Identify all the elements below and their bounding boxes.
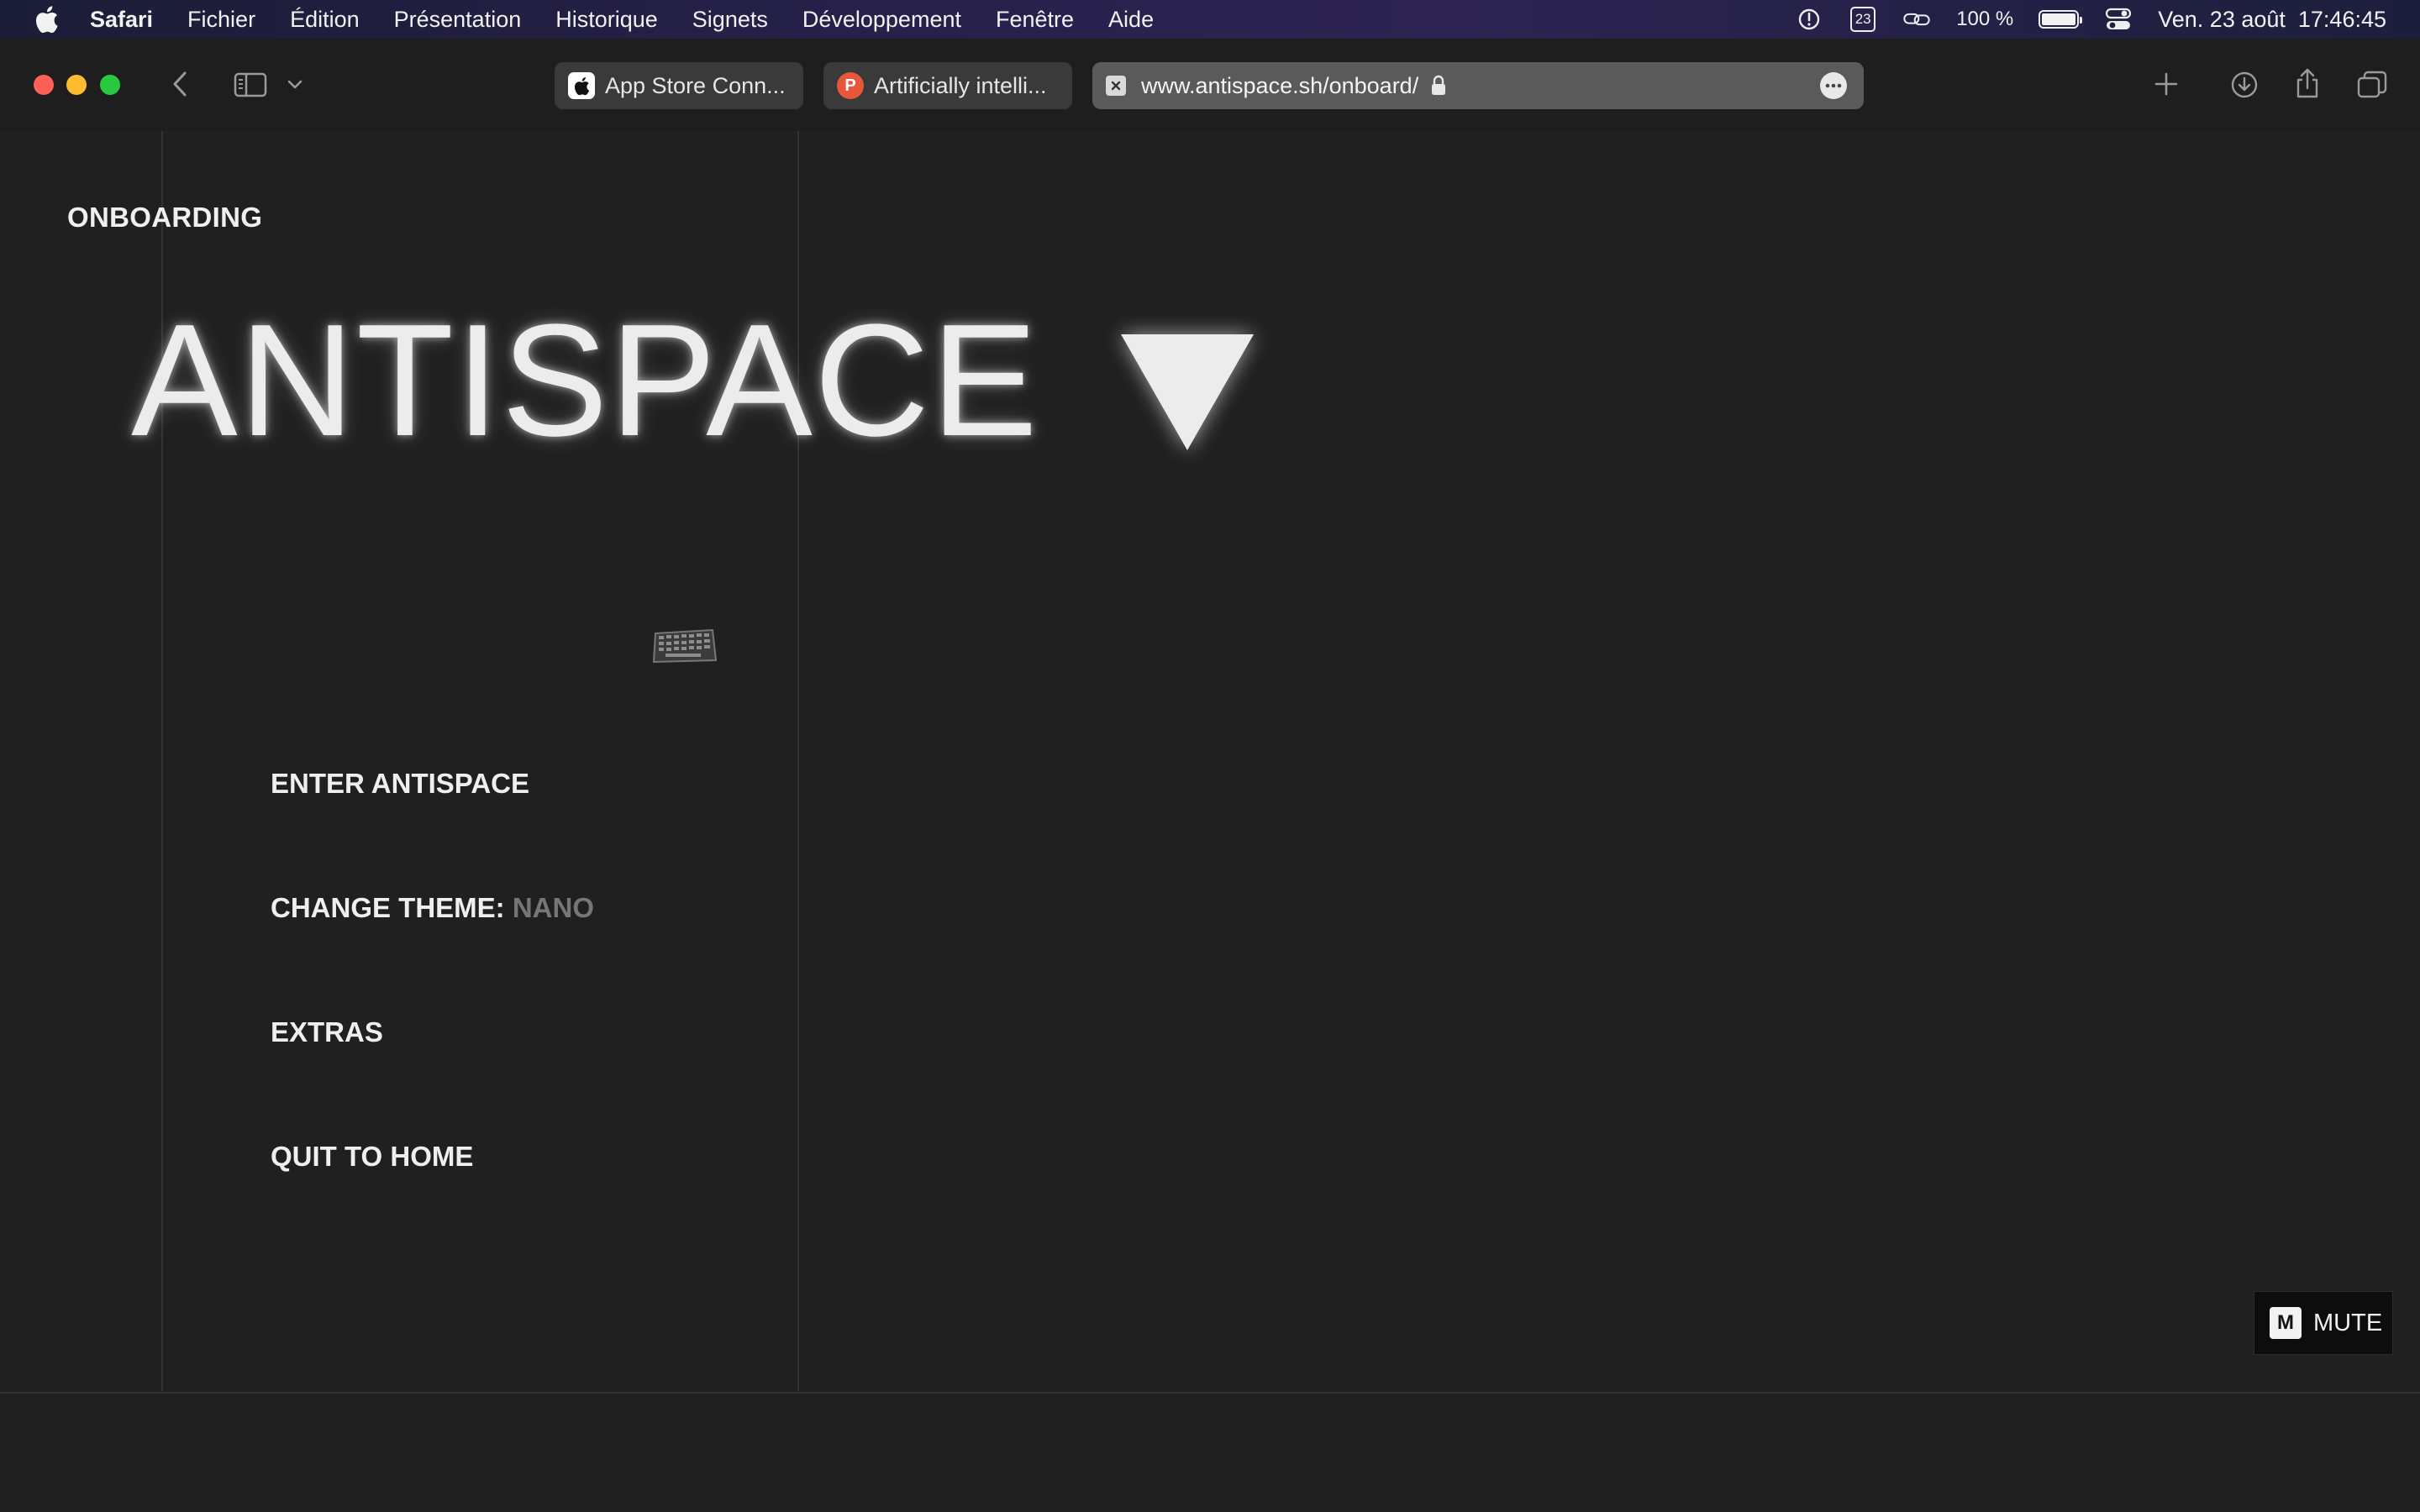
fullscreen-window-button[interactable]	[100, 75, 120, 95]
battery-percent: 100 %	[1956, 8, 2014, 30]
share-icon[interactable]	[2292, 66, 2323, 101]
battery-level	[2042, 13, 2076, 25]
menu-signets[interactable]: Signets	[692, 7, 768, 33]
menu-clock[interactable]: Ven. 23 août 17:46:45	[2158, 7, 2386, 33]
tab-overview-icon[interactable]	[2356, 69, 2388, 101]
site-favicon-icon	[1106, 76, 1126, 96]
downloads-icon[interactable]	[2228, 69, 2260, 101]
time-machine-icon[interactable]	[1795, 7, 1823, 32]
new-tab-icon[interactable]	[2151, 69, 2181, 99]
tab-app-store-connect[interactable]: App Store Conn...	[555, 62, 803, 109]
mute-button[interactable]: M MUTE	[2254, 1291, 2393, 1355]
apple-logo-icon[interactable]	[34, 5, 59, 34]
calendar-day: 23	[1850, 7, 1876, 32]
menu-historique[interactable]: Historique	[555, 7, 658, 33]
browser-toolbar: App Store Conn... P Artificially intelli…	[0, 39, 2420, 131]
back-icon[interactable]	[165, 69, 195, 99]
section-label: ONBOARDING	[67, 202, 263, 233]
lock-icon	[1430, 75, 1447, 97]
tab-artificially-intelligent[interactable]: P Artificially intelli...	[823, 62, 1072, 109]
menu-bar: Safari Fichier Édition Présentation Hist…	[0, 0, 2420, 39]
enter-antispace-button[interactable]: ENTER ANTISPACE	[271, 768, 529, 800]
antispace-logo-text: ANTISPACE	[131, 291, 1039, 470]
producthunt-icon: P	[837, 72, 864, 99]
sidebar-icon[interactable]	[232, 71, 269, 99]
tab-title: Artificially intelli...	[874, 72, 1047, 98]
menu-fichier[interactable]: Fichier	[187, 7, 255, 33]
calendar-icon[interactable]: 23	[1849, 7, 1877, 32]
extras-button[interactable]: EXTRAS	[271, 1016, 383, 1048]
menu-fenetre[interactable]: Fenêtre	[996, 7, 1074, 33]
triangle-logo-icon	[1121, 334, 1254, 450]
control-center-icon[interactable]	[2104, 7, 2133, 32]
menu-developpement[interactable]: Développement	[802, 7, 961, 33]
menu-presentation[interactable]: Présentation	[394, 7, 522, 33]
extras-label: EXTRAS	[271, 1016, 383, 1047]
address-bar[interactable]: www.antispace.sh/onboard/	[1092, 62, 1864, 109]
change-theme-label: CHANGE THEME:	[271, 892, 505, 923]
change-theme-button[interactable]: CHANGE THEME: NANO	[271, 892, 594, 924]
close-window-button[interactable]	[34, 75, 54, 95]
menu-app-safari[interactable]: Safari	[90, 7, 153, 33]
enter-antispace-label: ENTER ANTISPACE	[271, 768, 530, 799]
grid-line-bottom	[0, 1392, 2420, 1394]
menu-edition[interactable]: Édition	[290, 7, 360, 33]
tab-title: App Store Conn...	[605, 72, 786, 98]
menu-aide[interactable]: Aide	[1108, 7, 1154, 33]
battery-icon[interactable]	[2039, 10, 2083, 29]
link-icon[interactable]	[1902, 7, 1931, 32]
mute-key-hint: M	[2270, 1307, 2302, 1339]
minimize-window-button[interactable]	[66, 75, 87, 95]
apple-icon	[568, 72, 595, 99]
url-text[interactable]: www.antispace.sh/onboard/	[1141, 73, 1418, 99]
chevron-down-icon[interactable]	[284, 76, 306, 94]
theme-value: NANO	[512, 892, 595, 923]
quit-to-home-label: QUIT TO HOME	[271, 1141, 474, 1172]
keyboard-icon	[652, 628, 718, 664]
quit-to-home-button[interactable]: QUIT TO HOME	[271, 1141, 473, 1173]
page-menu-icon[interactable]	[1820, 72, 1847, 99]
mute-label: MUTE	[2313, 1309, 2383, 1336]
favicon-letter: P	[844, 76, 856, 95]
